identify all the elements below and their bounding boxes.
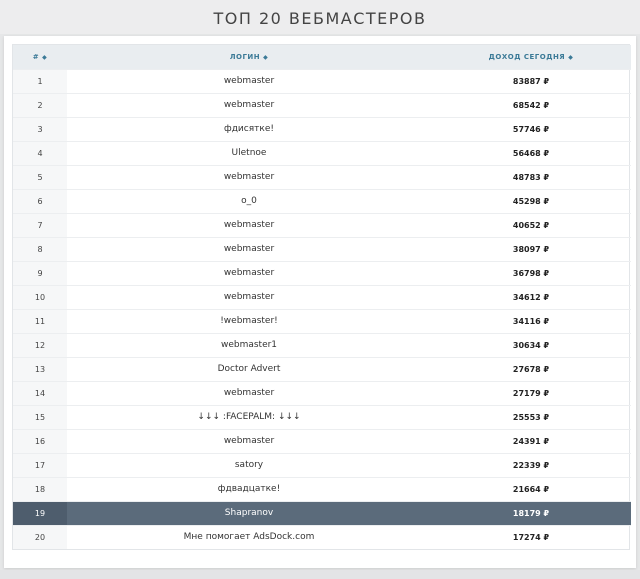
login-cell: webmaster <box>223 436 275 446</box>
table-row[interactable]: 13 Doctor Advert 27678 ₽ <box>13 357 631 381</box>
table-row[interactable]: 6 o_0 45298 ₽ <box>13 189 631 213</box>
income-cell: 18179 ₽ <box>431 501 631 525</box>
column-header-rank-label: # <box>32 52 40 61</box>
rank-cell: 19 <box>13 501 67 525</box>
rank-cell: 4 <box>13 141 67 165</box>
login-cell: Мне помогает AdsDock.com <box>183 532 315 543</box>
rank-cell: 12 <box>13 333 67 357</box>
login-cell: webmaster <box>223 172 275 182</box>
income-cell: 22339 ₽ <box>512 460 550 470</box>
sort-icon[interactable]: ◆ <box>263 54 268 61</box>
table-row[interactable]: 11 !webmaster! 34116 ₽ <box>13 309 631 333</box>
leaderboard-table-wrap: # ◆ ЛОГИН ◆ ДОХОД СЕГОДНЯ ◆ 1 webmaster 83887… <box>12 44 631 550</box>
footer-bar <box>0 570 640 579</box>
income-cell: 45298 ₽ <box>512 196 550 206</box>
income-cell: 34116 ₽ <box>512 316 550 326</box>
table-row[interactable]: 2 webmaster 68542 ₽ <box>13 93 631 117</box>
rank-cell: 17 <box>13 453 67 477</box>
table-row[interactable]: 12 webmaster1 30634 ₽ <box>13 333 631 357</box>
income-cell: 48783 ₽ <box>512 172 550 182</box>
leaderboard-table: # ◆ ЛОГИН ◆ ДОХОД СЕГОДНЯ ◆ 1 webmaster 83887… <box>13 45 631 549</box>
login-cell: фдвадцатке! <box>217 484 281 494</box>
login-cell: webmaster <box>223 388 275 398</box>
table-row[interactable]: 20 Мне помогает AdsDock.com 17274 ₽ <box>13 525 631 549</box>
rank-cell: 5 <box>13 165 67 189</box>
table-row[interactable]: 10 webmaster 34612 ₽ <box>13 285 631 309</box>
sort-icon[interactable]: ◆ <box>568 54 573 61</box>
rank-cell: 20 <box>13 525 67 549</box>
income-cell: 68542 ₽ <box>512 100 550 110</box>
login-cell: webmaster <box>223 292 275 302</box>
rank-cell: 14 <box>13 381 67 405</box>
income-cell: 40652 ₽ <box>512 220 550 230</box>
rank-cell: 7 <box>13 213 67 237</box>
income-cell: 27678 ₽ <box>512 364 550 374</box>
login-cell: webmaster <box>223 244 275 254</box>
login-cell: webmaster <box>223 220 275 230</box>
table-row[interactable]: 15 ↓↓↓ :FACEPALM: ↓↓↓ 25553 ₽ <box>13 405 631 429</box>
login-cell: satory <box>234 460 264 470</box>
income-cell: 38097 ₽ <box>512 244 550 254</box>
rank-cell: 1 <box>13 69 67 93</box>
income-cell: 34612 ₽ <box>512 292 550 302</box>
login-cell: Shapranov <box>67 501 431 525</box>
table-row[interactable]: 17 satory 22339 ₽ <box>13 453 631 477</box>
rank-cell: 8 <box>13 237 67 261</box>
income-cell: 57746 ₽ <box>512 124 550 134</box>
rank-cell: 10 <box>13 285 67 309</box>
table-row[interactable]: 5 webmaster 48783 ₽ <box>13 165 631 189</box>
login-cell: webmaster <box>223 100 275 110</box>
login-cell: webmaster1 <box>220 340 278 350</box>
income-cell: 56468 ₽ <box>512 148 550 158</box>
table-row[interactable]: 7 webmaster 40652 ₽ <box>13 213 631 237</box>
income-cell: 25553 ₽ <box>512 412 550 422</box>
table-row[interactable]: 18 фдвадцатке! 21664 ₽ <box>13 477 631 501</box>
table-row[interactable]: 19 Shapranov 18179 ₽ <box>13 501 631 525</box>
table-header-row: # ◆ ЛОГИН ◆ ДОХОД СЕГОДНЯ ◆ <box>13 45 631 69</box>
income-cell: 27179 ₽ <box>512 388 550 398</box>
page-title: ТОП 20 ВЕБМАСТЕРОВ <box>213 9 427 28</box>
income-cell: 17274 ₽ <box>512 532 550 542</box>
column-header-login-label: ЛОГИН <box>229 52 261 61</box>
sort-icon[interactable]: ◆ <box>42 54 47 61</box>
table-row[interactable]: 4 Uletnoe 56468 ₽ <box>13 141 631 165</box>
rank-cell: 11 <box>13 309 67 333</box>
income-cell: 83887 ₽ <box>512 76 550 86</box>
income-cell: 36798 ₽ <box>512 268 550 278</box>
table-row[interactable]: 16 webmaster 24391 ₽ <box>13 429 631 453</box>
rank-cell: 15 <box>13 405 67 429</box>
table-row[interactable]: 14 webmaster 27179 ₽ <box>13 381 631 405</box>
login-cell: o_0 <box>241 196 257 206</box>
login-cell: Uletnoe <box>231 148 267 158</box>
rank-cell: 18 <box>13 477 67 501</box>
leaderboard-panel: # ◆ ЛОГИН ◆ ДОХОД СЕГОДНЯ ◆ 1 webmaster 83887… <box>4 36 636 568</box>
income-cell: 24391 ₽ <box>512 436 550 446</box>
login-cell: ↓↓↓ :FACEPALM: ↓↓↓ <box>197 412 301 422</box>
table-row[interactable]: 1 webmaster 83887 ₽ <box>13 69 631 93</box>
rank-cell: 6 <box>13 189 67 213</box>
page-header: ТОП 20 ВЕБМАСТЕРОВ <box>0 0 640 34</box>
rank-cell: 13 <box>13 357 67 381</box>
rank-cell: 2 <box>13 93 67 117</box>
rank-cell: 9 <box>13 261 67 285</box>
column-header-login[interactable]: ЛОГИН ◆ <box>67 45 431 69</box>
login-cell: фдисятке! <box>224 124 274 134</box>
table-row[interactable]: 3 фдисятке! 57746 ₽ <box>13 117 631 141</box>
income-cell: 30634 ₽ <box>512 340 550 350</box>
login-cell: webmaster <box>223 268 275 278</box>
login-cell: Doctor Advert <box>217 364 281 374</box>
table-row[interactable]: 9 webmaster 36798 ₽ <box>13 261 631 285</box>
income-cell: 21664 ₽ <box>512 484 550 494</box>
table-row[interactable]: 8 webmaster 38097 ₽ <box>13 237 631 261</box>
rank-cell: 3 <box>13 117 67 141</box>
column-header-income-label: ДОХОД СЕГОДНЯ <box>488 52 566 61</box>
login-cell: !webmaster! <box>220 316 278 326</box>
column-header-income[interactable]: ДОХОД СЕГОДНЯ ◆ <box>431 45 631 69</box>
column-header-rank[interactable]: # ◆ <box>13 45 67 69</box>
login-cell: webmaster <box>223 76 275 86</box>
rank-cell: 16 <box>13 429 67 453</box>
